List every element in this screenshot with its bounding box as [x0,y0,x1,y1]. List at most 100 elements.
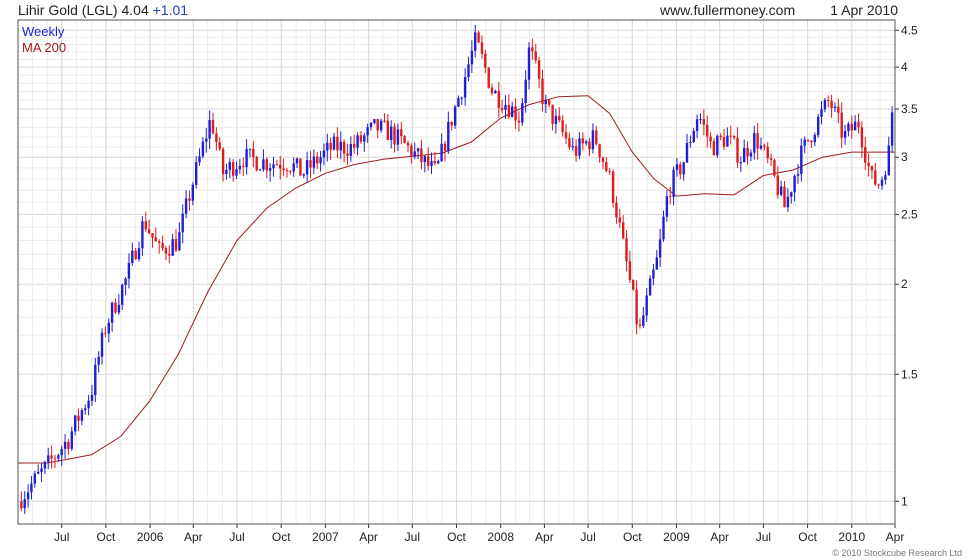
candle-body [37,471,40,474]
candle-body [470,50,474,65]
candle-body [574,146,578,156]
candle-body [817,116,820,135]
candle-body [151,233,154,238]
y-tick-label: 4 [901,60,908,74]
candle-body [363,135,366,142]
x-tick-label: Jul [54,530,69,544]
candle-body [218,142,221,149]
candle-body [877,184,880,186]
candle-body [702,119,705,125]
candle-body [527,47,531,80]
candle-body [47,455,50,462]
candle-body [77,415,80,421]
candle-body [453,106,457,126]
candle-body [729,135,732,137]
candle-body [561,120,564,133]
candle-body [739,162,742,164]
candle-body [63,441,67,449]
candle-body [23,499,26,509]
y-tick-label: 3.5 [901,102,918,116]
title-text: Lihir Gold (LGL) 4.04 [18,2,149,18]
candle-body [753,133,756,153]
candle-body [440,143,443,162]
candle-body [302,174,305,176]
candle-body [205,138,208,142]
candle-body [763,145,766,147]
price-change: +1.01 [152,2,189,18]
candle-body [743,148,746,163]
candle-body [232,162,235,176]
candle-body [87,400,90,409]
candle-body [857,121,860,128]
candle-body [585,141,588,144]
candle-body [716,135,719,156]
candle-body [843,131,847,138]
candle-body [504,105,507,110]
candle-body [800,145,803,175]
candle-body [390,126,393,140]
candle-body [427,156,430,166]
candle-body [625,238,628,262]
candle-body [373,119,376,123]
candle-body [786,196,790,208]
candle-body [215,133,218,143]
candle-body [773,159,776,176]
candle-body [598,144,601,158]
candle-body [531,47,534,52]
candle-body [104,332,107,334]
x-tick-label: 2007 [312,530,339,544]
candle-body [30,483,33,493]
candle-body [309,160,312,168]
candle-body [554,115,558,124]
candle-body [208,120,211,139]
candle-body [490,87,494,94]
y-tick-label: 1.5 [901,367,918,381]
candle-body [837,106,840,113]
site-url[interactable]: www.fullermoney.com [660,2,795,18]
candle-body [144,221,147,230]
x-tick-label: Apr [535,530,554,544]
candle-body [497,91,500,109]
candle-body [756,133,759,149]
candle-body [860,127,864,148]
candle-body [847,123,850,131]
candle-body [833,106,837,108]
candle-body [732,135,736,138]
candle-body [383,120,386,122]
candle-body [719,135,722,138]
candle-body [548,99,551,105]
candle-body [326,142,329,151]
candle-body [141,221,144,249]
candle-body [823,100,827,110]
candle-body [870,166,874,171]
candle-body [689,142,692,144]
candle-body [810,140,813,143]
candle-body [319,157,322,164]
candle-body [316,156,319,164]
candle-body [665,196,669,217]
candle-body [20,501,23,509]
candle-body [685,143,689,163]
candle-body [201,141,205,157]
candle-body [480,42,484,54]
candle-body [221,148,225,175]
candle-body [867,162,870,167]
candle-body [706,124,709,137]
candle-body [164,248,168,254]
candle-body [386,120,389,141]
price-chart: 1 1.5 2 2.5 3 3.5 4 4.5 Jul Oct 2006 Apr Jul Oct 2007 A… [17,19,918,544]
candle-body [238,165,242,170]
candle-body [712,141,716,156]
chart-grid [17,20,896,524]
x-tick-label: Apr [359,530,378,544]
candle-body [262,159,265,170]
candle-body [887,145,890,176]
candle-body [699,119,702,121]
candle-body [578,138,581,156]
candle-body [80,410,84,421]
candle-body [443,143,447,151]
candle-body [305,160,309,175]
candle-body [369,123,373,128]
candle-body [299,158,302,176]
candle-body [618,217,621,223]
